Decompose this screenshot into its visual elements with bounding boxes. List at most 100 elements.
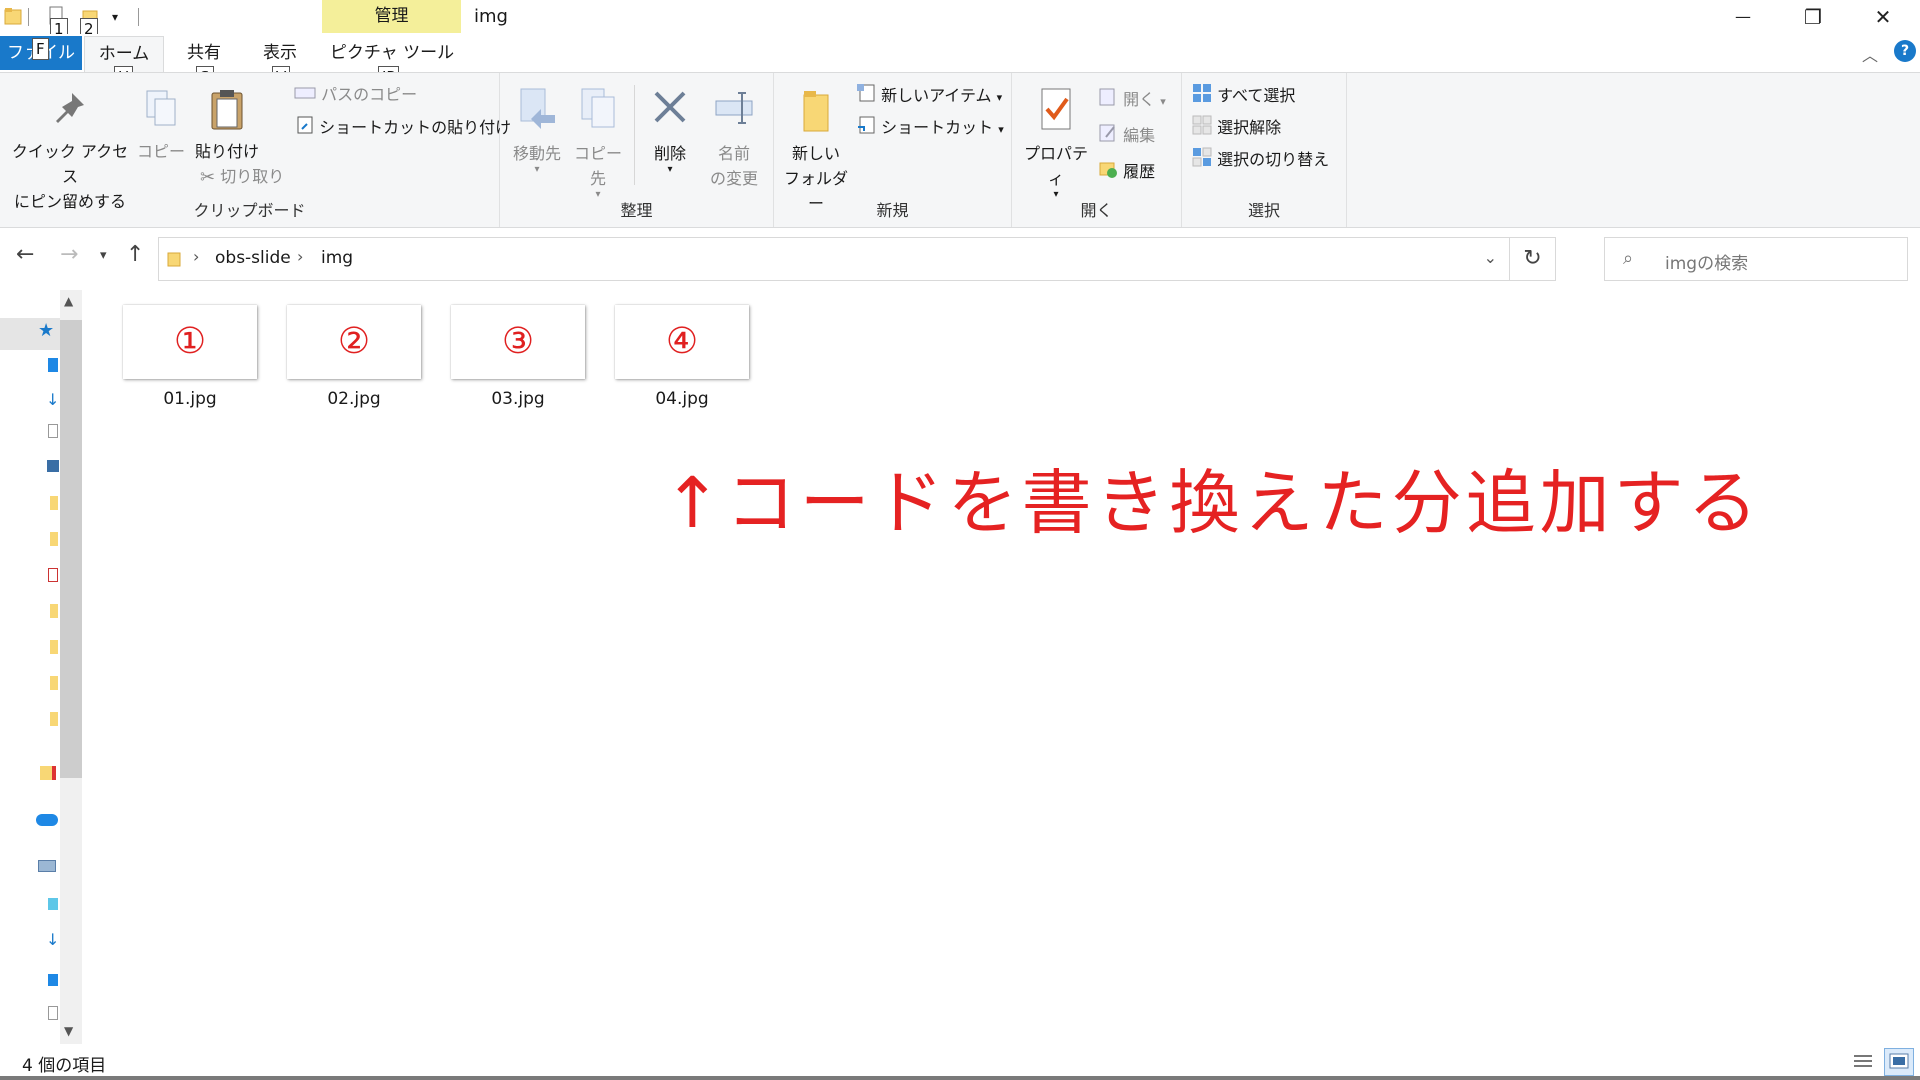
desktop-icon[interactable] bbox=[48, 974, 58, 986]
close-button[interactable]: ✕ bbox=[1848, 0, 1918, 34]
file-item[interactable]: ② 02.jpg bbox=[285, 305, 423, 409]
file-item[interactable]: ④ 04.jpg bbox=[613, 305, 751, 409]
open-button[interactable]: 開く ▾ bbox=[1098, 87, 1166, 114]
address-history-icon[interactable]: ⌄ bbox=[1484, 248, 1497, 267]
move-to-label: 移動先 bbox=[512, 144, 561, 163]
recent-locations-icon[interactable]: ▾ bbox=[100, 248, 107, 263]
folder-icon[interactable] bbox=[50, 532, 58, 546]
folder-icon[interactable] bbox=[50, 712, 58, 726]
pin-to-quick-access-button[interactable]: クイック アクセス にピン留めする bbox=[8, 87, 132, 214]
scrollbar-thumb[interactable] bbox=[60, 320, 82, 778]
image-thumbnail[interactable]: ① bbox=[123, 305, 257, 379]
select-all-icon bbox=[1192, 83, 1212, 110]
folder-icon[interactable] bbox=[50, 496, 58, 510]
search-icon: ⌕ bbox=[1623, 248, 1634, 269]
file-item[interactable]: ① 01.jpg bbox=[121, 305, 259, 409]
folder-icon[interactable] bbox=[50, 676, 58, 690]
group-open: プロパティ ▾ 開く ▾ 編集 履歴 開く bbox=[1012, 73, 1182, 227]
downloads-icon[interactable]: ↓ bbox=[46, 930, 59, 949]
paste-label: 貼り付け bbox=[194, 142, 259, 161]
breadcrumb-img[interactable]: img bbox=[321, 248, 353, 268]
this-pc-icon[interactable] bbox=[38, 860, 56, 872]
chevron-right-icon[interactable]: › bbox=[297, 247, 303, 266]
help-icon[interactable]: ? bbox=[1894, 40, 1916, 62]
image-thumbnail[interactable]: ② bbox=[287, 305, 421, 379]
copy-to-button[interactable]: コピー先 ▾ bbox=[568, 85, 628, 200]
history-icon bbox=[1098, 159, 1118, 186]
scroll-down-icon[interactable]: ▼ bbox=[64, 1024, 73, 1038]
file-name[interactable]: 03.jpg bbox=[449, 389, 587, 409]
search-box[interactable]: ⌕ imgの検索 bbox=[1604, 237, 1908, 281]
window-title: img bbox=[474, 6, 508, 27]
app-folder-icon[interactable] bbox=[48, 568, 58, 582]
desktop-icon[interactable] bbox=[48, 358, 58, 372]
delete-button[interactable]: 削除 ▾ bbox=[644, 85, 696, 175]
navigation-pane: ★ ↓ ↓ ▲ ▼ bbox=[0, 290, 84, 1044]
keytip-file: F bbox=[32, 38, 49, 60]
pin-icon bbox=[8, 87, 132, 139]
documents-icon[interactable] bbox=[48, 424, 58, 438]
copy-path-button[interactable]: パスのコピー bbox=[294, 83, 417, 108]
forward-arrow-icon[interactable]: → bbox=[60, 242, 78, 267]
ribbon-tab-row: ファイル F ホーム H 共有 S 表示 V ピクチャ ツール JP ︿ ? bbox=[0, 34, 1920, 88]
rename-button[interactable]: 名前 の変更 bbox=[700, 85, 768, 191]
rename-icon bbox=[700, 85, 768, 141]
maximize-button[interactable]: ❐ bbox=[1778, 0, 1848, 34]
file-name[interactable]: 01.jpg bbox=[121, 389, 259, 409]
easy-access-shortcut-button[interactable]: ショートカット ▾ bbox=[856, 115, 1004, 142]
new-item-button[interactable]: 新しいアイテム ▾ bbox=[856, 83, 1002, 110]
move-to-button[interactable]: 移動先 ▾ bbox=[508, 85, 566, 175]
new-folder-icon bbox=[778, 87, 854, 141]
file-name[interactable]: 02.jpg bbox=[285, 389, 423, 409]
pictures-icon[interactable] bbox=[47, 460, 59, 472]
copy-button[interactable]: コピー bbox=[136, 87, 186, 164]
chevron-right-icon[interactable]: › bbox=[193, 247, 199, 266]
address-bar[interactable]: › obs-slide › img ⌄ bbox=[158, 237, 1510, 281]
file-name[interactable]: 04.jpg bbox=[613, 389, 751, 409]
folder-icon bbox=[167, 250, 181, 273]
scroll-up-icon[interactable]: ▲ bbox=[64, 294, 73, 308]
image-thumbnail[interactable]: ④ bbox=[615, 305, 749, 379]
paste-shortcut-icon bbox=[296, 115, 314, 142]
paste-button[interactable]: 貼り付け bbox=[190, 87, 264, 164]
3d-objects-icon[interactable] bbox=[48, 898, 58, 910]
quick-access-star-icon[interactable]: ★ bbox=[38, 320, 54, 341]
select-none-button[interactable]: 選択解除 bbox=[1192, 115, 1281, 142]
dropdown-arrow-icon: ▾ bbox=[667, 164, 673, 175]
copy-path-icon bbox=[294, 84, 316, 108]
divider bbox=[634, 85, 635, 185]
edit-button[interactable]: 編集 bbox=[1098, 123, 1155, 150]
customize-quick-access-icon[interactable]: ▾ bbox=[112, 10, 118, 24]
history-button[interactable]: 履歴 bbox=[1098, 159, 1155, 186]
rename-label-2: の変更 bbox=[709, 169, 758, 188]
breadcrumb-obs-slide[interactable]: obs-slide bbox=[215, 248, 291, 268]
open-label: 開く bbox=[1123, 90, 1156, 109]
paste-shortcut-button[interactable]: ショートカットの貼り付け bbox=[296, 115, 511, 142]
new-item-label: 新しいアイテム bbox=[881, 86, 992, 105]
documents-icon[interactable] bbox=[48, 1006, 58, 1020]
details-view-icon[interactable] bbox=[1852, 1052, 1874, 1072]
folder-icon[interactable] bbox=[50, 604, 58, 618]
downloads-icon[interactable]: ↓ bbox=[46, 390, 59, 409]
invert-selection-button[interactable]: 選択の切り替え bbox=[1192, 147, 1329, 174]
cut-button[interactable]: ✂ 切り取り bbox=[200, 165, 284, 190]
select-all-button[interactable]: すべて選択 bbox=[1192, 83, 1295, 110]
folder-icon[interactable] bbox=[50, 640, 58, 654]
up-arrow-icon[interactable]: ↑ bbox=[126, 242, 144, 267]
onedrive-icon[interactable] bbox=[36, 814, 58, 826]
back-arrow-icon[interactable]: ← bbox=[16, 242, 34, 267]
properties-button[interactable]: プロパティ ▾ bbox=[1018, 85, 1094, 200]
collapse-ribbon-icon[interactable]: ︿ bbox=[1862, 42, 1878, 66]
context-tab-manage[interactable]: 管理 bbox=[322, 0, 461, 33]
file-item[interactable]: ③ 03.jpg bbox=[449, 305, 587, 409]
shared-folder-icon[interactable] bbox=[40, 766, 56, 780]
minimize-button[interactable]: — bbox=[1708, 0, 1778, 34]
image-thumbnail[interactable]: ③ bbox=[451, 305, 585, 379]
shortcut-icon bbox=[856, 115, 876, 142]
group-label-clipboard: クリップボード bbox=[193, 201, 306, 220]
nav-pane-scrollbar[interactable]: ▲ ▼ bbox=[60, 290, 82, 1044]
large-icons-view-icon[interactable] bbox=[1884, 1048, 1914, 1076]
item-count: 4 個の項目 bbox=[22, 1056, 107, 1076]
history-label: 履歴 bbox=[1123, 162, 1156, 181]
refresh-icon[interactable]: ↻ bbox=[1510, 237, 1556, 281]
